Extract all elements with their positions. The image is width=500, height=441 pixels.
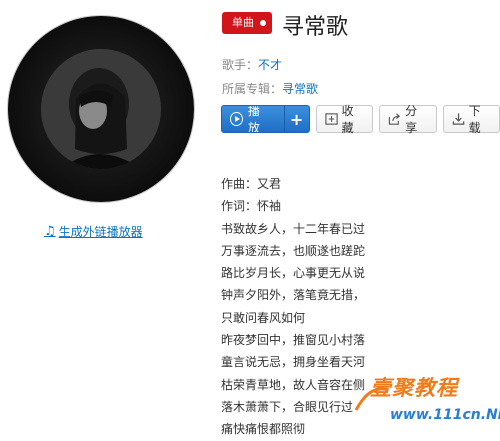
lyric-line: 童言说无忌，拥身坐看天河 [221,351,365,373]
share-label: 分享 [405,102,427,136]
download-label: 下载 [469,102,491,136]
collect-icon [325,112,338,126]
watermark-url: www.111cn.NET [390,407,500,423]
single-tag: 单曲 [222,12,272,34]
download-button[interactable]: 下载 [443,105,500,133]
album-link[interactable]: 寻常歌 [282,82,318,96]
lyrics-block: 作曲：又君 作词：怀袖 书致故乡人，十二年春已过 万事逐流去，也顺遂也蹉跎 路比… [221,173,365,441]
lyric-line: 作词：怀袖 [221,195,365,217]
generate-player-link[interactable]: ♫ 生成外链播放器 [44,223,143,240]
lyric-line: 作曲：又君 [221,173,365,195]
play-button[interactable]: 播放 [222,106,280,132]
lyric-line: 只敢问春风如何 [221,307,365,329]
collect-label: 收藏 [342,102,364,136]
singer-row: 歌手：不才 [222,56,282,73]
play-icon [230,112,243,126]
lyric-line: 书致故乡人，十二年春已过 [221,218,365,240]
lyric-line: 钟声夕阳外，落笔竟无措， [221,284,365,306]
singer-photo [41,49,161,169]
album-cover[interactable] [8,16,194,202]
action-buttons: 播放 + 收藏 分享 下载 [221,105,500,133]
lyric-line: 痛快痛恨都照彻 [221,418,365,440]
generate-player-link-label: 生成外链播放器 [59,223,143,240]
add-to-playlist-button[interactable]: + [284,106,309,132]
lyric-line: 路比岁月长，心事更无从说 [221,262,365,284]
play-label: 播放 [248,105,270,133]
watermark-logo: 壹聚教程 [370,372,458,402]
lyric-line: 落木萧萧下，合眼见行过 [221,396,365,418]
song-title: 寻常歌 [282,9,348,41]
play-button-group: 播放 + [221,105,310,133]
music-note-icon: ♫ [44,224,56,239]
lyric-line: 万事逐流去，也顺遂也蹉跎 [221,240,365,262]
download-icon [452,112,465,126]
share-button[interactable]: 分享 [379,105,437,133]
album-row: 所属专辑：寻常歌 [222,80,318,97]
lyric-line: 枯荣青草地，故人音容在侧 [221,374,365,396]
lyric-line: 昨夜梦回中，推窗见小村落 [221,329,365,351]
watermark: 壹聚教程 www.111cn.NET [370,372,500,432]
singer-label: 歌手： [222,58,258,72]
collect-button[interactable]: 收藏 [316,105,374,133]
album-label: 所属专辑： [222,82,282,96]
singer-link[interactable]: 不才 [258,58,282,72]
share-icon [388,112,401,126]
